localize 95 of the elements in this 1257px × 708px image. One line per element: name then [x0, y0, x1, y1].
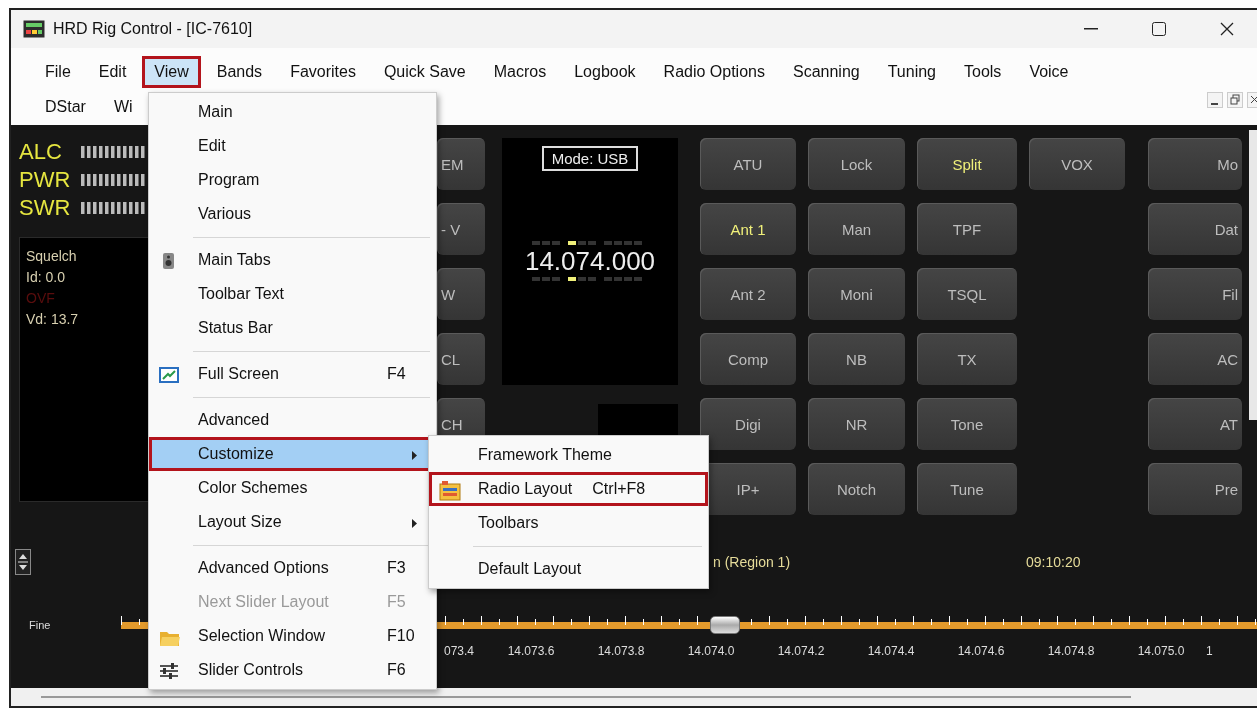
- tick-label: 14.075.0: [1136, 644, 1186, 658]
- radio-button[interactable]: Notch: [808, 463, 905, 515]
- menu-bar-item[interactable]: Radio Options: [651, 56, 777, 88]
- radio-button[interactable]: Fil: [1148, 268, 1242, 320]
- meter-bar-icon: [81, 146, 147, 158]
- radio-button[interactable]: AT: [1148, 398, 1242, 450]
- tick-label: 073.4: [442, 644, 475, 658]
- meter-bar-icon: [81, 202, 147, 214]
- minimize-icon[interactable]: [1084, 28, 1098, 30]
- maximize-icon[interactable]: [1152, 22, 1166, 36]
- menu-bar-item[interactable]: View: [142, 56, 201, 88]
- radio-button[interactable]: Comp: [700, 333, 796, 385]
- meter-label: ALC: [19, 139, 63, 165]
- menu-item[interactable]: Main: [149, 95, 436, 129]
- radio-button[interactable]: ATU: [700, 138, 796, 190]
- radio-button[interactable]: Digi: [700, 398, 796, 450]
- radio-button[interactable]: Lock: [808, 138, 905, 190]
- menu-bar-item[interactable]: File: [33, 56, 83, 88]
- radio-button[interactable]: Pre: [1148, 463, 1242, 515]
- radio-button[interactable]: AC: [1148, 333, 1242, 385]
- clock-text: 09:10:20: [1026, 554, 1081, 570]
- status-text: Squelch: [26, 248, 78, 264]
- menu-bar-item[interactable]: Edit: [86, 56, 139, 88]
- mode-label: Mode: USB: [541, 146, 639, 171]
- menu-item[interactable]: Various: [149, 197, 436, 231]
- menu-item[interactable]: Radio Layout Ctrl+F8: [429, 472, 708, 506]
- band-plan-label: n (Region 1): [713, 554, 791, 570]
- layout-icon: [439, 481, 461, 501]
- menu-item[interactable]: Full Screen F4: [149, 357, 436, 391]
- sliders-icon: [159, 662, 179, 680]
- radio-button[interactable]: W: [437, 268, 485, 320]
- menu-bar-item[interactable]: Scanning: [780, 56, 872, 88]
- scrollbar[interactable]: [1249, 130, 1257, 420]
- radio-button[interactable]: NB: [808, 333, 905, 385]
- menu-bar-item[interactable]: Voice: [1017, 56, 1081, 88]
- mdi-close-button[interactable]: [1247, 92, 1257, 108]
- window-title: HRD Rig Control - [IC-7610]: [53, 20, 254, 38]
- menu-item[interactable]: Slider Controls F6: [149, 653, 436, 687]
- radio-button[interactable]: Split: [917, 138, 1017, 190]
- tick-label: 14.074.0: [686, 644, 736, 658]
- menu-bar-item[interactable]: Favorites: [278, 56, 368, 88]
- menu-bar-item[interactable]: Bands: [204, 56, 275, 88]
- menu-item[interactable]: Status Bar: [149, 311, 436, 345]
- radio-button[interactable]: Tone: [917, 398, 1017, 450]
- menu-item[interactable]: Selection Window F10: [149, 619, 436, 653]
- menu-item[interactable]: Default Layout: [429, 552, 708, 586]
- overflow-indicator: OVF: [26, 290, 56, 306]
- menu-item[interactable]: Toolbar Text: [149, 277, 436, 311]
- tick-label: 14.074.6: [956, 644, 1006, 658]
- mdi-restore-button[interactable]: [1227, 92, 1243, 108]
- mdi-minimize-button[interactable]: [1207, 92, 1223, 108]
- radio-button[interactable]: Tune: [917, 463, 1017, 515]
- menu-item[interactable]: Main Tabs: [149, 243, 436, 277]
- radio-button[interactable]: - V: [437, 203, 485, 255]
- menu-bar-item[interactable]: DStar: [33, 91, 98, 123]
- tick-label: 14.074.4: [866, 644, 916, 658]
- radio-button[interactable]: Moni: [808, 268, 905, 320]
- close-icon[interactable]: [1220, 22, 1234, 36]
- radio-button[interactable]: Dat: [1148, 203, 1242, 255]
- tick-label: 1: [1206, 644, 1214, 658]
- radio-button[interactable]: CL: [437, 333, 485, 385]
- meter-bar-icon: [81, 174, 147, 186]
- radio-button[interactable]: EM: [437, 138, 485, 190]
- window-icon: [159, 366, 179, 384]
- menu-bar-item[interactable]: Quick Save: [371, 56, 478, 88]
- radio-button[interactable]: TPF: [917, 203, 1017, 255]
- tick-label: 14.074.2: [776, 644, 826, 658]
- radio-button[interactable]: Mo: [1148, 138, 1242, 190]
- radio-button[interactable]: TX: [917, 333, 1017, 385]
- frequency-readout: 14.074.000: [524, 246, 656, 277]
- tick-label: 14.073.6: [506, 644, 556, 658]
- meter-label: SWR: [19, 195, 71, 221]
- up-down-icon[interactable]: [15, 549, 31, 575]
- slider-label: Fine: [29, 619, 52, 631]
- menu-item[interactable]: Advanced: [149, 403, 436, 437]
- radio-button[interactable]: Ant 2: [700, 268, 796, 320]
- menu-bar-item[interactable]: Macros: [481, 56, 559, 88]
- tick-label: 14.074.8: [1046, 644, 1096, 658]
- radio-button[interactable]: Ant 1: [700, 203, 796, 255]
- radio-button[interactable]: NR: [808, 398, 905, 450]
- status-text: Vd: 13.7: [26, 311, 80, 327]
- tick-label: 14.073.8: [596, 644, 646, 658]
- menu-item[interactable]: Program: [149, 163, 436, 197]
- radio-button[interactable]: TSQL: [917, 268, 1017, 320]
- menu-bar-item[interactable]: Logbook: [562, 56, 648, 88]
- slider-thumb[interactable]: [710, 616, 741, 634]
- radio-button[interactable]: VOX: [1029, 138, 1125, 190]
- menu-item[interactable]: Edit: [149, 129, 436, 163]
- menu-bar-item[interactable]: Tuning: [875, 56, 948, 88]
- menu-bar-item[interactable]: Tools: [952, 56, 1014, 88]
- status-text: Id: 0.0: [26, 269, 66, 285]
- radio-button[interactable]: Man: [808, 203, 905, 255]
- meter-label: PWR: [19, 167, 71, 193]
- menu-bar-item[interactable]: Wi: [101, 91, 145, 123]
- app-icon: [23, 20, 45, 38]
